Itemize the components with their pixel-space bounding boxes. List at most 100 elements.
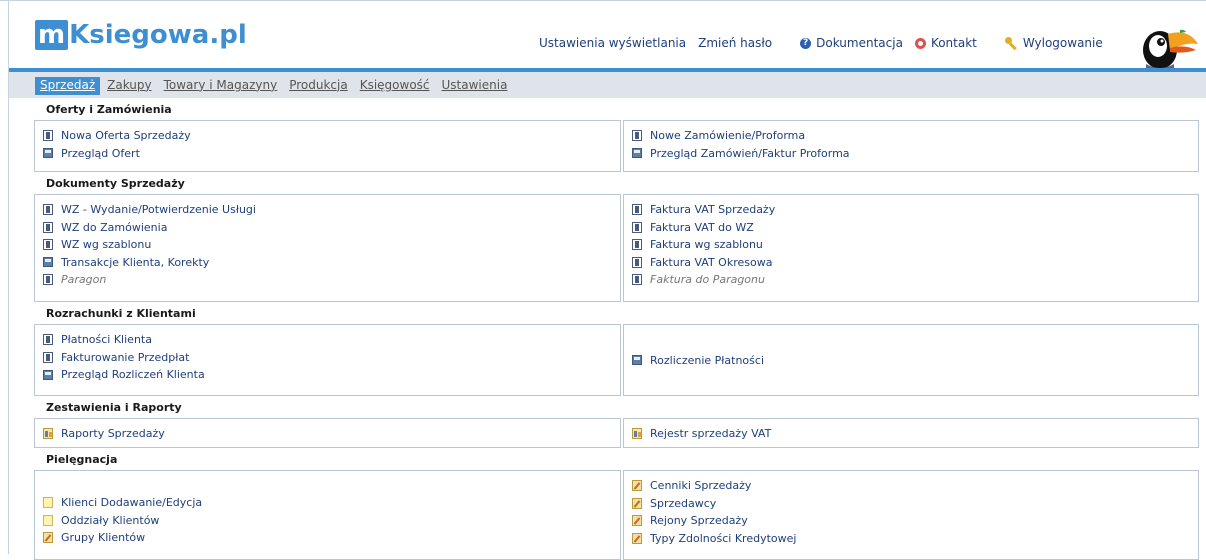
- menu-link[interactable]: Nowa Oferta Sprzedaży: [43, 127, 620, 145]
- menu-link-label: WZ do Zamówienia: [61, 220, 168, 234]
- toucan-mascot-icon: [1143, 29, 1198, 68]
- document-icon: [632, 130, 642, 142]
- section-title-oferty: Oferty i Zamówienia: [46, 103, 172, 116]
- menu-link[interactable]: Faktura VAT do WZ: [632, 219, 1198, 237]
- menu-link[interactable]: Faktura VAT Sprzedaży: [632, 201, 1198, 219]
- menu-link-label: Oddziały Klientów: [61, 513, 160, 527]
- menu-link[interactable]: WZ wg szablonu: [43, 236, 620, 254]
- section-box-raporty-left: Raporty Sprzedaży: [34, 418, 621, 448]
- section-row-rozrachunki: Płatności Klienta Fakturowanie Przedpłat P…: [34, 324, 1199, 396]
- nav-tab-produkcja[interactable]: Produkcja: [284, 77, 353, 95]
- section-title-pielegnacja: Pielęgnacja: [46, 453, 118, 466]
- menu-link-label: Raporty Sprzedaży: [61, 426, 165, 440]
- menu-link-label: Rejestr sprzedaży VAT: [650, 426, 772, 440]
- document-icon: [43, 130, 53, 142]
- contact-link[interactable]: Kontakt: [931, 36, 977, 50]
- menu-link[interactable]: Sprzedawcy: [632, 495, 1198, 513]
- menu-link[interactable]: Cenniki Sprzedaży: [632, 477, 1198, 495]
- menu-link-label: Faktura VAT do WZ: [650, 220, 754, 234]
- edit-icon: [632, 532, 642, 544]
- document-icon: [43, 239, 53, 251]
- menu-link-label: Rozliczenie Płatności: [650, 353, 764, 367]
- change-password-link[interactable]: Zmień hasło: [698, 36, 772, 50]
- note-icon: [43, 497, 53, 509]
- menu-link[interactable]: Przegląd Ofert: [43, 145, 620, 163]
- section-row-oferty: Nowa Oferta Sprzedaży Przegląd Ofert Nowe …: [34, 120, 1199, 172]
- nav-tab-ustawienia[interactable]: Ustawienia: [437, 77, 513, 95]
- logo-dot: .: [209, 20, 220, 50]
- menu-link-label: Typy Zdolności Kredytowej: [650, 531, 797, 545]
- documentation-link[interactable]: Dokumentacja: [816, 36, 903, 50]
- menu-link-label: Nowe Zamówienie/Proforma: [650, 129, 806, 143]
- nav-tab-towary[interactable]: Towary i Magazyny: [159, 77, 283, 95]
- nav-items: Sprzedaż Zakupy Towary i Magazyny Produk…: [35, 77, 514, 95]
- menu-link[interactable]: Raporty Sprzedaży: [43, 424, 620, 442]
- app-logo[interactable]: m Ksiegowa. pl: [35, 20, 247, 50]
- menu-link-label: Paragon: [61, 273, 107, 287]
- menu-link[interactable]: Rozliczenie Płatności: [632, 351, 1198, 369]
- logout-link[interactable]: Wylogowanie: [1023, 36, 1103, 50]
- menu-link[interactable]: Przegląd Zamówień/Faktur Proforma: [632, 145, 1198, 163]
- nav-tab-sprzedaz[interactable]: Sprzedaż: [35, 77, 101, 95]
- menu-link[interactable]: Fakturowanie Przedpłat: [43, 349, 620, 367]
- section-box-pielegnacja-left: Klienci Dodawanie/Edycja Oddziały Klientó…: [34, 470, 621, 560]
- menu-link-label: WZ - Wydanie/Potwierdzenie Usługi: [61, 203, 256, 217]
- menu-link[interactable]: Klienci Dodawanie/Edycja: [43, 494, 620, 512]
- menu-link-label: Fakturowanie Przedpłat: [61, 350, 190, 364]
- document-icon: [632, 239, 642, 251]
- edit-icon: [632, 515, 642, 527]
- lifebuoy-icon: [914, 37, 926, 49]
- menu-link-label: Płatności Klienta: [61, 333, 152, 347]
- logo-pl: pl: [219, 20, 247, 50]
- section-box-rozrachunki-right: Rozliczenie Płatności: [623, 324, 1199, 396]
- note-icon: [43, 514, 53, 526]
- menu-link[interactable]: Grupy Klientów: [43, 529, 620, 547]
- folder-icon: [43, 148, 53, 159]
- section-title-raporty: Zestawienia i Raporty: [46, 401, 182, 414]
- menu-link[interactable]: Rejestr sprzedaży VAT: [632, 424, 1198, 442]
- edit-icon: [632, 497, 642, 509]
- menu-link[interactable]: WZ - Wydanie/Potwierdzenie Usługi: [43, 201, 620, 219]
- section-row-pielegnacja: Klienci Dodawanie/Edycja Oddziały Klientó…: [34, 470, 1199, 560]
- nav-tab-ksiegowosc[interactable]: Księgowość: [355, 77, 435, 95]
- key-icon: [1004, 37, 1017, 49]
- menu-link[interactable]: Przegląd Rozliczeń Klienta: [43, 366, 620, 384]
- logo-text: Ksiegowa: [69, 20, 210, 50]
- report-icon: [43, 427, 53, 439]
- main-content: Oferty i Zamówienia Nowa Oferta Sprzedaży…: [34, 98, 1199, 560]
- menu-link[interactable]: Paragon: [43, 271, 620, 289]
- menu-link[interactable]: Płatności Klienta: [43, 331, 620, 349]
- menu-link[interactable]: WZ do Zamówienia: [43, 219, 620, 237]
- menu-link-label: Faktura VAT Sprzedaży: [650, 203, 776, 217]
- section-box-oferty-left: Nowa Oferta Sprzedaży Przegląd Ofert: [34, 120, 621, 172]
- report-icon: [632, 427, 642, 439]
- edit-icon: [632, 480, 642, 492]
- menu-link[interactable]: Nowe Zamówienie/Proforma: [632, 127, 1198, 145]
- menu-link-label: Cenniki Sprzedaży: [650, 479, 752, 493]
- menu-link-label: Nowa Oferta Sprzedaży: [61, 129, 191, 143]
- menu-link-label: WZ wg szablonu: [61, 238, 152, 252]
- section-box-dokumenty-left: WZ - Wydanie/Potwierdzenie Usługi WZ do Z…: [34, 194, 621, 302]
- edit-icon: [43, 532, 53, 544]
- nav-tab-zakupy[interactable]: Zakupy: [102, 77, 156, 95]
- document-icon: [43, 274, 53, 286]
- menu-link[interactable]: Faktura VAT Okresowa: [632, 254, 1198, 272]
- menu-link-label: Przegląd Zamówień/Faktur Proforma: [650, 146, 850, 160]
- document-icon: [632, 256, 642, 268]
- folder-icon: [43, 257, 53, 268]
- section-box-raporty-right: Rejestr sprzedaży VAT: [623, 418, 1199, 448]
- folder-icon: [632, 355, 642, 365]
- top-links: Ustawienia wyświetlania Zmień hasło ? Do…: [539, 36, 1115, 50]
- menu-link[interactable]: Faktura wg szablonu: [632, 236, 1198, 254]
- menu-link[interactable]: Oddziały Klientów: [43, 512, 620, 530]
- folder-icon: [632, 148, 642, 159]
- section-box-rozrachunki-left: Płatności Klienta Fakturowanie Przedpłat P…: [34, 324, 621, 396]
- display-settings-link[interactable]: Ustawienia wyświetlania: [539, 36, 686, 50]
- menu-link[interactable]: Typy Zdolności Kredytowej: [632, 530, 1198, 548]
- menu-link[interactable]: Transakcje Klienta, Korekty: [43, 254, 620, 272]
- menu-link[interactable]: Rejony Sprzedaży: [632, 512, 1198, 530]
- document-icon: [43, 204, 53, 216]
- menu-link-label: Faktura do Paragonu: [650, 273, 765, 287]
- section-title-dokumenty: Dokumenty Sprzedaży: [46, 177, 185, 190]
- menu-link[interactable]: Faktura do Paragonu: [632, 271, 1198, 289]
